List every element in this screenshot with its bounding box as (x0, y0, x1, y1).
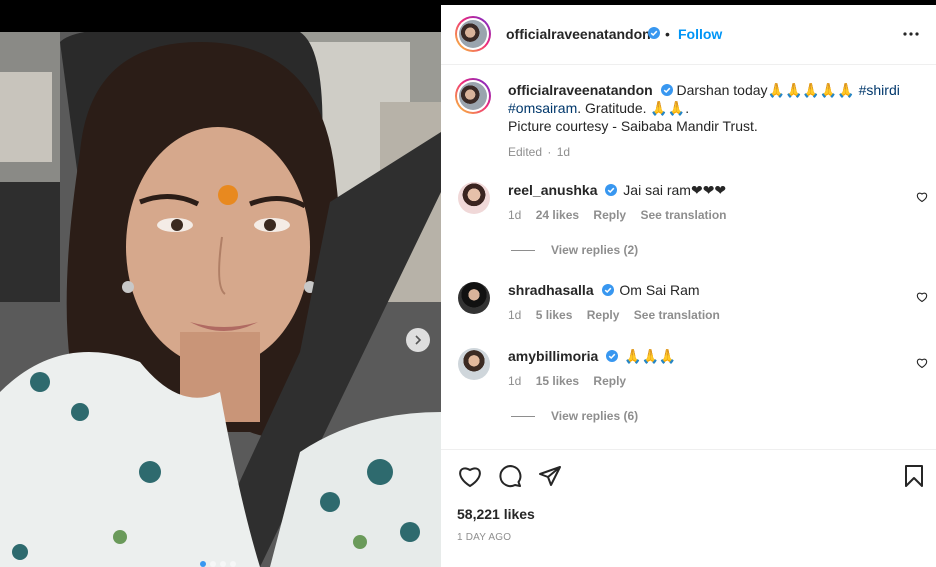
carousel-dot (200, 561, 206, 567)
comment-likes[interactable]: 5 likes (536, 308, 573, 322)
comment-text: Jai sai ram❤❤❤ (623, 182, 727, 198)
verified-icon (601, 284, 614, 296)
comment-username[interactable]: reel_anushka (508, 182, 598, 198)
verified-icon (606, 350, 619, 362)
comment-item: reel_anushka Jai sai ram❤❤❤ (508, 182, 908, 199)
caption-text: Darshan today (676, 82, 768, 98)
post-caption: officialraveenatandon Darshan today🙏🙏🙏🙏🙏… (508, 81, 918, 161)
heart-icon[interactable] (916, 291, 928, 303)
see-translation-button[interactable]: See translation (640, 208, 726, 222)
reply-button[interactable]: Reply (587, 308, 620, 322)
more-icon[interactable] (902, 25, 920, 43)
post-header: officialraveenatandon • Follow (441, 5, 936, 65)
carousel-dot (230, 561, 236, 567)
replies-line (511, 415, 535, 417)
carousel-dot (210, 561, 216, 567)
verified-icon (660, 84, 673, 96)
commenter-avatar[interactable] (458, 182, 490, 214)
share-icon[interactable] (538, 464, 562, 488)
post-photo[interactable] (0, 32, 441, 567)
verified-icon (648, 27, 660, 39)
caption-meta: Edited · 1d (508, 143, 918, 161)
comment-text: Om Sai Ram (619, 282, 700, 298)
commenter-avatar[interactable] (458, 282, 490, 314)
comment-meta: 1d 15 likes Reply (508, 374, 637, 388)
top-strip (0, 0, 441, 32)
meta-separator: · (547, 145, 552, 159)
caption-line2: . Gratitude. (577, 100, 651, 116)
chevron-right-icon (415, 335, 422, 345)
comment-time: 1d (508, 208, 522, 222)
view-replies-label: View replies (6) (551, 409, 639, 423)
carousel-dots (200, 561, 236, 567)
hashtag-shirdi[interactable]: #shirdi (859, 82, 900, 98)
reply-button[interactable]: Reply (593, 208, 626, 222)
post-detail-panel: officialraveenatandon • Follow officialr… (441, 5, 936, 567)
heart-icon[interactable] (457, 464, 483, 488)
replies-line (511, 249, 535, 251)
view-replies-label: View replies (2) (551, 243, 639, 257)
next-photo-button[interactable] (406, 328, 430, 352)
instagram-post-window: officialraveenatandon • Follow officialr… (0, 0, 936, 567)
caption-author-username[interactable]: officialraveenatandon (508, 82, 653, 98)
author-avatar[interactable] (455, 16, 491, 52)
heart-icon[interactable] (916, 191, 928, 203)
follow-button[interactable]: Follow (678, 26, 722, 42)
comment-item: amybillimoria 🙏🙏🙏 (508, 348, 908, 365)
carousel-dot (220, 561, 226, 567)
post-actions: 58,221 likes 1 DAY AGO (441, 449, 936, 567)
bookmark-icon[interactable] (904, 464, 924, 488)
comment-time: 1d (508, 374, 522, 388)
post-timestamp: 1 DAY AGO (457, 532, 512, 543)
comment-likes[interactable]: 24 likes (536, 208, 579, 222)
heart-icon[interactable] (916, 357, 928, 369)
verified-icon (605, 184, 618, 196)
reply-button[interactable]: Reply (593, 374, 626, 388)
selfie-image (0, 32, 441, 567)
comment-time: 1d (508, 308, 522, 322)
caption-line2-emojis: 🙏🙏. (650, 100, 690, 116)
view-replies-button[interactable]: View replies (6) (511, 409, 638, 423)
comment-item: shradhasalla Om Sai Ram (508, 282, 908, 298)
caption-emojis: 🙏🙏🙏🙏🙏 (767, 82, 855, 98)
caption-author-avatar[interactable] (455, 78, 491, 114)
author-username[interactable]: officialraveenatandon (506, 26, 651, 42)
commenter-avatar[interactable] (458, 348, 490, 380)
see-translation-button[interactable]: See translation (634, 308, 720, 322)
edited-time: 1d (556, 145, 571, 159)
comment-icon[interactable] (498, 464, 522, 488)
dot-separator: • (665, 26, 670, 42)
comment-username[interactable]: amybillimoria (508, 348, 598, 364)
caption-line3: Picture courtesy - Saibaba Mandir Trust. (508, 118, 758, 134)
comment-meta: 1d 5 likes Reply See translation (508, 308, 731, 322)
comment-username[interactable]: shradhasalla (508, 282, 594, 298)
comment-meta: 1d 24 likes Reply See translation (508, 208, 737, 222)
likes-count[interactable]: 58,221 likes (457, 506, 535, 522)
view-replies-button[interactable]: View replies (2) (511, 243, 638, 257)
comment-text: 🙏🙏🙏 (624, 348, 677, 364)
hashtag-omsairam[interactable]: #omsairam (508, 100, 577, 116)
edited-label: Edited (508, 145, 543, 159)
comment-likes[interactable]: 15 likes (536, 374, 579, 388)
